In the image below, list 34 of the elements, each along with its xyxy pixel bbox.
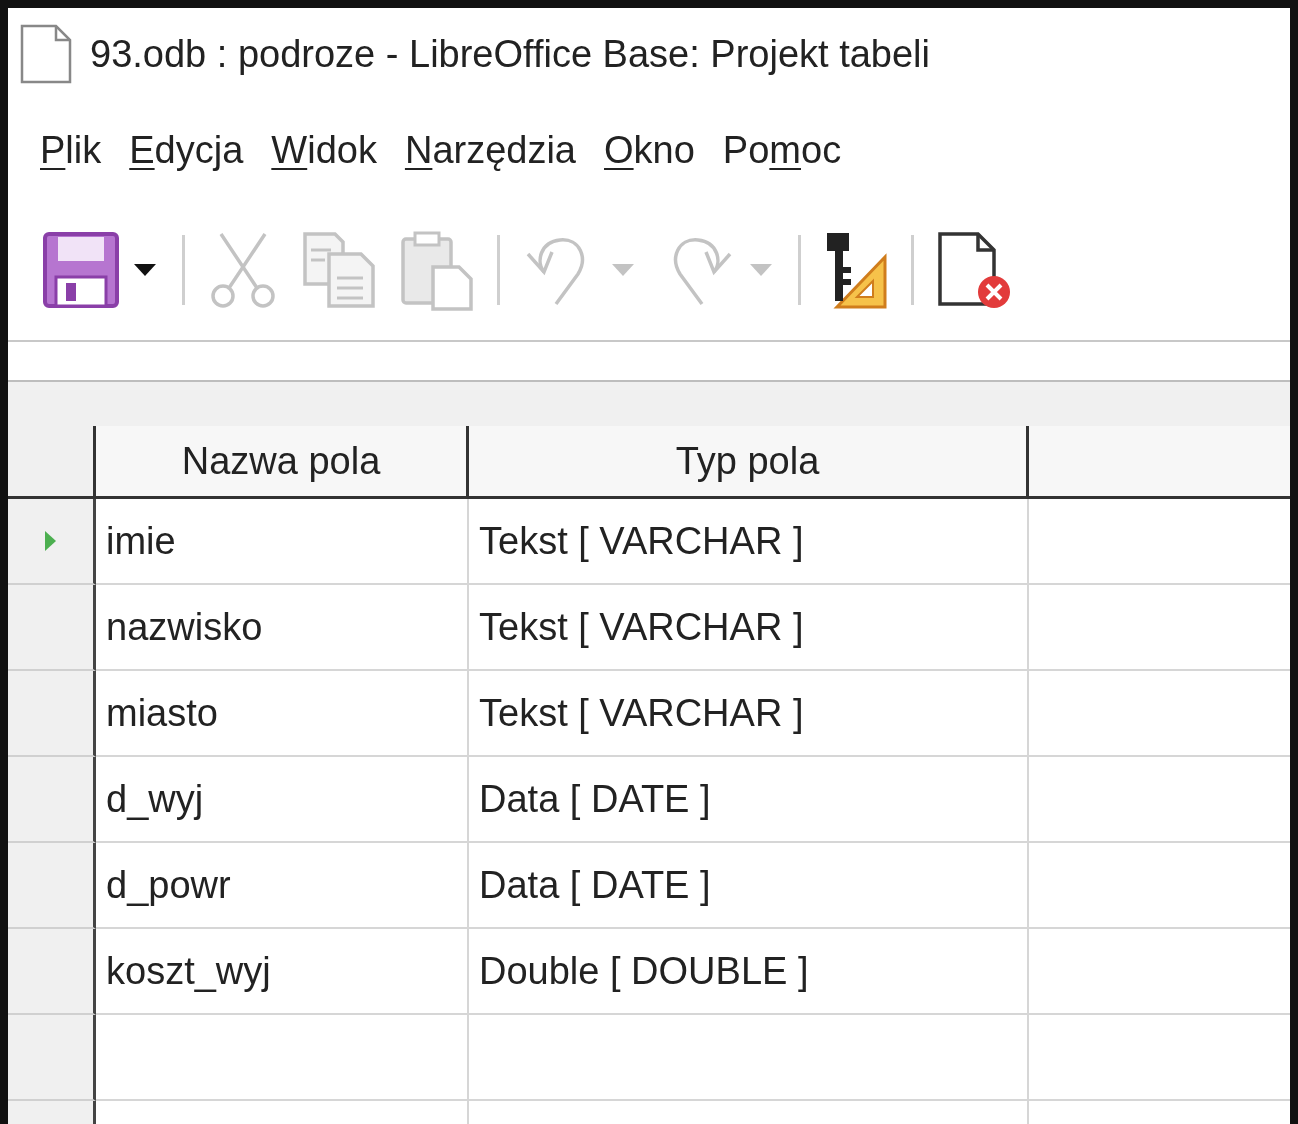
menu-item[interactable]: Okno: [594, 124, 705, 176]
menu-item[interactable]: Narzędzia: [394, 124, 586, 176]
document-icon: [20, 24, 72, 84]
column-header[interactable]: Nazwa pola: [96, 426, 469, 499]
table-cell[interactable]: miasto: [96, 671, 469, 757]
table-cell[interactable]: [469, 1015, 1029, 1101]
menu-item[interactable]: Edycja: [119, 124, 254, 176]
column-header[interactable]: Typ pola: [469, 426, 1029, 499]
row-selector[interactable]: [8, 499, 96, 585]
row-selector[interactable]: [8, 757, 96, 843]
table-cell[interactable]: Data [ DATE ]: [469, 843, 1029, 929]
menu-item[interactable]: Pomoc: [712, 124, 852, 176]
table-cell[interactable]: Tekst [ VARCHAR ]: [469, 585, 1029, 671]
row-selector[interactable]: [8, 585, 96, 671]
row-selector[interactable]: [8, 843, 96, 929]
copy-icon: [301, 230, 377, 310]
menu-item[interactable]: Widok: [261, 124, 387, 176]
table-cell[interactable]: d_powr: [96, 843, 469, 929]
menu-item[interactable]: Plik: [30, 124, 112, 176]
clipboard-icon: [399, 229, 475, 311]
table-cell[interactable]: Double [ DOUBLE ]: [469, 929, 1029, 1015]
window-title: 93.odb : podroze - LibreOffice Base: Projekt tabeli: [90, 32, 930, 76]
table-cell[interactable]: Tekst [ VARCHAR ]: [469, 671, 1029, 757]
table-cell[interactable]: [96, 1015, 469, 1101]
table-cell[interactable]: koszt_wyj: [96, 929, 469, 1015]
table-cell[interactable]: Tekst [ VARCHAR ]: [469, 499, 1029, 585]
table-cell[interactable]: Data [ DATE ]: [469, 757, 1029, 843]
row-selector[interactable]: [8, 929, 96, 1015]
row-selector[interactable]: [8, 1015, 96, 1101]
table-cell[interactable]: imie: [96, 499, 469, 585]
save-icon: [42, 231, 120, 309]
table-cell[interactable]: nazwisko: [96, 585, 469, 671]
row-selector[interactable]: [8, 671, 96, 757]
table-cell[interactable]: d_wyj: [96, 757, 469, 843]
